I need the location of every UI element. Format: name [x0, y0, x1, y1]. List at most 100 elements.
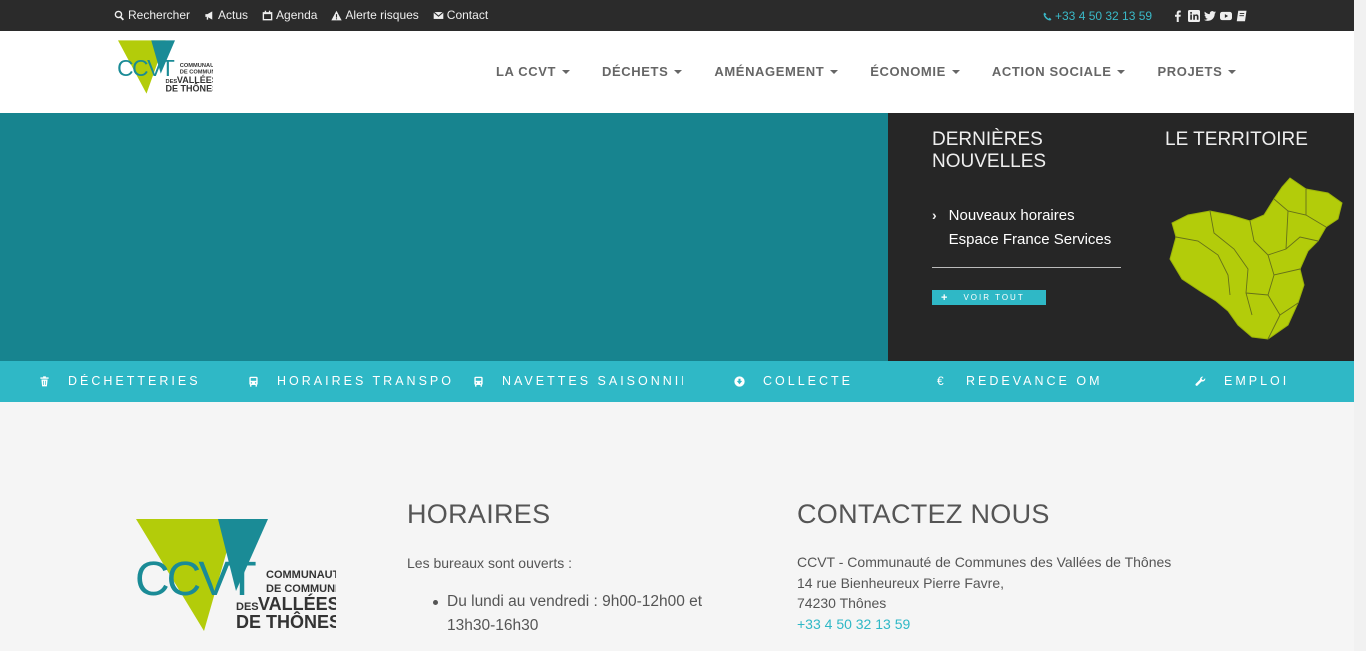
hours-list: Du lundi au vendredi : 9h00-12h00 et 13h…: [433, 590, 733, 638]
nav-item-dechets[interactable]: DÉCHETS: [586, 64, 698, 79]
caret-down-icon: [1117, 69, 1126, 74]
quick-link-label: EMPLOI: [1224, 374, 1290, 388]
caret-down-icon: [1228, 69, 1237, 74]
bus-icon: [249, 376, 258, 387]
svg-text:CCVT: CCVT: [118, 55, 175, 81]
main-nav: LA CCVT DÉCHETS AMÉNAGEMENT ÉCONOMIE ACT…: [480, 64, 1252, 79]
news-territory-panel: DERNIÈRES NOUVELLES › Nouveaux horaires …: [888, 113, 1354, 361]
caret-down-icon: [674, 69, 683, 74]
nav-item-amenagement[interactable]: AMÉNAGEMENT: [698, 64, 854, 79]
top-link-label: Contact: [446, 8, 489, 22]
top-link-label: Actus: [218, 8, 249, 22]
chevron-right-icon: ›: [932, 207, 937, 223]
nav-label: AMÉNAGEMENT: [714, 64, 825, 79]
quick-link-emploi[interactable]: EMPLOI: [1195, 374, 1325, 388]
top-right: +33 4 50 32 13 59: [1043, 9, 1248, 23]
linkedin-icon: [1187, 10, 1200, 22]
facebook-icon: [1174, 10, 1181, 22]
bullet: [433, 600, 438, 605]
nav-item-ccvt[interactable]: LA CCVT: [480, 64, 586, 79]
nav-label: LA CCVT: [496, 64, 557, 79]
svg-text:COMMUNAUTÉ: COMMUNAUTÉ: [266, 568, 336, 581]
quick-links-bar: DÉCHETTERIES HORAIRES TRANSPORTS NAVETTE…: [0, 361, 1354, 402]
hours-item: Du lundi au vendredi : 9h00-12h00 et 13h…: [447, 593, 703, 634]
nav-item-action-sociale[interactable]: ACTION SOCIALE: [976, 64, 1142, 79]
top-link-search[interactable]: Rechercher: [114, 8, 190, 22]
quick-link-label: NAVETTES SAISONNIÈRES: [502, 374, 683, 388]
quick-link-collecte[interactable]: COLLECTE: [734, 374, 884, 388]
quick-link-label: DÉCHETTERIES: [68, 374, 201, 388]
bullhorn-icon: [205, 10, 213, 20]
contact-city: 74230 Thônes: [797, 595, 887, 612]
top-link-agenda[interactable]: Agenda: [262, 8, 317, 22]
arrow-circle-icon: [734, 375, 745, 387]
top-link-label: Alerte risques: [345, 8, 419, 22]
contact-street: 14 rue Bienheureux Pierre Favre,: [797, 574, 1004, 591]
contact-phone-link[interactable]: +33 4 50 32 13 59: [797, 614, 1171, 635]
news-divider: [932, 267, 1121, 268]
warning-icon: [331, 10, 343, 20]
phone-icon: [1043, 12, 1052, 20]
envelope-icon: [433, 11, 444, 19]
top-phone-link[interactable]: +33 4 50 32 13 59: [1043, 9, 1152, 23]
linkedin-link[interactable]: [1187, 10, 1200, 23]
territory-map[interactable]: [1168, 175, 1353, 343]
bus-icon: [474, 376, 483, 387]
svg-text:COMMUNAUTÉ: COMMUNAUTÉ: [180, 61, 213, 69]
svg-text:DE THÔNES: DE THÔNES: [166, 83, 214, 94]
quick-link-redevance[interactable]: € REDEVANCE OM: [937, 374, 1117, 388]
svg-text:VALLÉES: VALLÉES: [258, 593, 336, 614]
calendar-icon: [262, 10, 273, 20]
top-bar: Rechercher Actus Agenda Alerte risques C…: [0, 0, 1354, 31]
facebook-link[interactable]: [1171, 10, 1184, 23]
top-phone-number: +33 4 50 32 13 59: [1055, 9, 1153, 23]
twitter-icon: [1203, 11, 1216, 21]
quick-link-navettes[interactable]: NAVETTES SAISONNIÈRES: [473, 374, 683, 388]
book-icon: [1236, 10, 1247, 22]
top-link-news[interactable]: Actus: [204, 8, 248, 22]
wrench-icon: [1195, 376, 1206, 386]
contact-name: CCVT - Communauté de Communes des Vallée…: [797, 554, 1172, 570]
contact-title: CONTACTEZ NOUS: [797, 499, 1050, 529]
caret-down-icon: [562, 69, 571, 74]
top-link-label: Rechercher: [128, 8, 191, 22]
hours-title: HORAIRES: [407, 499, 551, 529]
youtube-link[interactable]: [1219, 10, 1232, 23]
euro-icon: €: [937, 374, 944, 388]
territory-title: LE TERRITOIRE: [1165, 129, 1308, 150]
quick-link-dechetteries[interactable]: DÉCHETTERIES: [39, 374, 229, 388]
plus-icon: +: [941, 291, 950, 304]
ccvt-logo[interactable]: CCVT COMMUNAUTÉ DE COMMUNES DES VALLÉES …: [118, 40, 213, 94]
quick-link-label: HORAIRES TRANSPORTS: [277, 374, 453, 388]
quick-link-label: REDEVANCE OM: [966, 374, 1103, 388]
top-link-contact[interactable]: Contact: [433, 8, 488, 22]
quick-link-horaires-transports[interactable]: HORAIRES TRANSPORTS: [248, 374, 453, 388]
news-item[interactable]: › Nouveaux horaires Espace France Servic…: [932, 204, 1124, 252]
news-item-text: Nouveaux horaires Espace France Services: [948, 207, 1112, 248]
header: CCVT COMMUNAUTÉ DE COMMUNES DES VALLÉES …: [0, 31, 1354, 113]
top-link-alert[interactable]: Alerte risques: [331, 8, 419, 22]
trash-icon: [40, 375, 49, 386]
see-all-label: VOIR TOUT: [963, 293, 1025, 302]
svg-text:DE THÔNES: DE THÔNES: [236, 611, 336, 631]
book-link[interactable]: [1235, 10, 1248, 23]
twitter-link[interactable]: [1203, 10, 1216, 23]
top-link-label: Agenda: [276, 8, 318, 22]
see-all-button[interactable]: + VOIR TOUT: [932, 290, 1046, 305]
nav-item-economie[interactable]: ÉCONOMIE: [854, 64, 976, 79]
nav-label: DÉCHETS: [602, 64, 669, 79]
news-title: DERNIÈRES NOUVELLES: [932, 129, 1047, 172]
top-links: Rechercher Actus Agenda Alerte risques C…: [114, 8, 488, 22]
scrollbar[interactable]: [1354, 0, 1366, 651]
caret-down-icon: [830, 69, 839, 74]
nav-label: ÉCONOMIE: [870, 64, 946, 79]
youtube-icon: [1219, 11, 1232, 21]
search-icon: [114, 10, 124, 20]
svg-text:CCVT: CCVT: [136, 553, 256, 606]
contact-address: CCVT - Communauté de Communes des Vallée…: [797, 552, 1171, 635]
social-links: [1171, 10, 1248, 23]
nav-item-projets[interactable]: PROJETS: [1141, 64, 1252, 79]
nav-label: ACTION SOCIALE: [991, 64, 1112, 79]
hours-lead: Les bureaux sont ouverts :: [407, 555, 572, 571]
caret-down-icon: [951, 69, 960, 74]
